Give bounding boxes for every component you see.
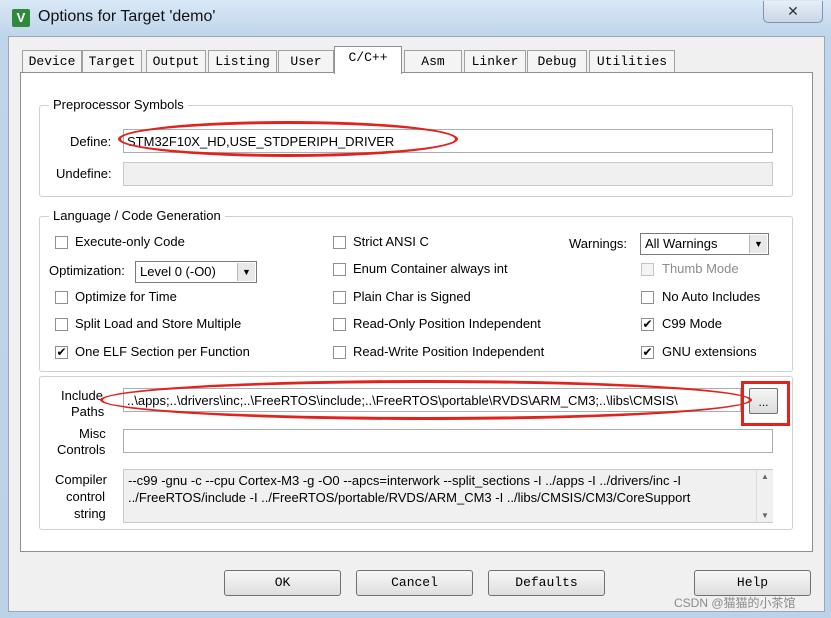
chevron-down-icon[interactable]: ▼ — [749, 235, 767, 253]
strict-ansi-label: Strict ANSI C — [353, 234, 429, 249]
compiler-string-line1: --c99 -gnu -c --cpu Cortex-M3 -g -O0 --a… — [128, 473, 682, 488]
preprocessor-group-title: Preprocessor Symbols — [49, 97, 188, 112]
tab-utilities[interactable]: Utilities — [589, 50, 675, 73]
rw-position-label: Read-Write Position Independent — [353, 344, 545, 359]
split-load-label: Split Load and Store Multiple — [75, 316, 242, 331]
cancel-button[interactable]: Cancel — [356, 570, 473, 596]
tab-device[interactable]: Device — [22, 50, 82, 73]
tab-debug[interactable]: Debug — [527, 50, 587, 73]
compiler-string-label-line2: control — [66, 489, 106, 504]
keil-app-icon: V — [12, 9, 30, 27]
title-bar[interactable]: V Options for Target 'demo' ✕ — [0, 0, 831, 36]
c99-mode-label: C99 Mode — [662, 316, 722, 331]
defaults-button[interactable]: Defaults — [488, 570, 605, 596]
gnu-extensions-label: GNU extensions — [662, 344, 757, 359]
include-paths-label-line2: Paths — [71, 404, 105, 419]
split-load-checkbox[interactable] — [55, 318, 68, 331]
close-button[interactable]: ✕ — [763, 1, 823, 23]
code-generation-group-title: Language / Code Generation — [49, 208, 225, 223]
no-auto-includes-label: No Auto Includes — [662, 289, 761, 304]
enum-container-checkbox[interactable] — [333, 263, 346, 276]
misc-controls-label-line2: Controls — [57, 442, 106, 457]
one-elf-label: One ELF Section per Function — [75, 344, 250, 359]
define-label: Define: — [70, 134, 112, 149]
optimization-select[interactable]: Level 0 (-O0) ▼ — [135, 261, 257, 283]
tab-output[interactable]: Output — [146, 50, 206, 73]
watermark: CSDN @猫猫的小茶馆 — [674, 596, 796, 610]
compiler-string-line2: ../FreeRTOS/include -I ../FreeRTOS/porta… — [128, 490, 691, 505]
rw-position-checkbox[interactable] — [333, 346, 346, 359]
options-dialog: V Options for Target 'demo' ✕ Device Tar… — [0, 0, 831, 618]
tab-listing[interactable]: Listing — [208, 50, 277, 73]
one-elf-checkbox[interactable]: ✔ — [55, 346, 68, 359]
tab-c-cpp[interactable]: C/C++ — [334, 46, 402, 74]
strict-ansi-checkbox[interactable] — [333, 236, 346, 249]
browse-highlight-box — [741, 381, 790, 426]
tab-asm[interactable]: Asm — [404, 50, 462, 73]
tab-user[interactable]: User — [278, 50, 334, 73]
warnings-value: All Warnings — [645, 236, 718, 251]
scroll-up-icon[interactable]: ▲ — [757, 472, 773, 481]
no-auto-includes-checkbox[interactable] — [641, 291, 654, 304]
undefine-input[interactable] — [123, 162, 773, 186]
c99-mode-checkbox[interactable]: ✔ — [641, 318, 654, 331]
undefine-label: Undefine: — [56, 166, 112, 181]
help-button[interactable]: Help — [694, 570, 811, 596]
window-title: Options for Target 'demo' — [38, 8, 216, 25]
define-highlight-oval — [118, 121, 458, 157]
execute-only-label: Execute-only Code — [75, 234, 185, 249]
ro-position-label: Read-Only Position Independent — [353, 316, 541, 331]
execute-only-checkbox[interactable] — [55, 236, 68, 249]
optimize-time-checkbox[interactable] — [55, 291, 68, 304]
tab-target[interactable]: Target — [82, 50, 142, 73]
plain-char-checkbox[interactable] — [333, 291, 346, 304]
thumb-mode-checkbox[interactable] — [641, 263, 654, 276]
optimize-time-label: Optimize for Time — [75, 289, 177, 304]
include-paths-label-line1: Include — [61, 388, 103, 403]
compiler-string-label-line1: Compiler — [55, 472, 108, 487]
misc-controls-label-line1: Misc — [79, 426, 106, 441]
compiler-string-scrollbar[interactable]: ▲ ▼ — [756, 470, 773, 522]
warnings-label: Warnings: — [569, 236, 628, 251]
tab-linker[interactable]: Linker — [464, 50, 526, 73]
ok-button[interactable]: OK — [224, 570, 341, 596]
thumb-mode-label: Thumb Mode — [662, 261, 739, 276]
chevron-down-icon[interactable]: ▼ — [237, 263, 255, 281]
gnu-extensions-checkbox[interactable]: ✔ — [641, 346, 654, 359]
optimization-label: Optimization: — [49, 263, 125, 278]
scroll-down-icon[interactable]: ▼ — [757, 511, 773, 520]
warnings-select[interactable]: All Warnings ▼ — [640, 233, 769, 255]
optimization-value: Level 0 (-O0) — [140, 264, 216, 279]
include-paths-highlight-oval — [100, 380, 752, 420]
plain-char-label: Plain Char is Signed — [353, 289, 471, 304]
compiler-control-string-box[interactable]: --c99 -gnu -c --cpu Cortex-M3 -g -O0 --a… — [123, 469, 773, 523]
compiler-string-label-line3: string — [74, 506, 106, 521]
enum-container-label: Enum Container always int — [353, 261, 508, 276]
misc-controls-input[interactable] — [123, 429, 773, 453]
ro-position-checkbox[interactable] — [333, 318, 346, 331]
